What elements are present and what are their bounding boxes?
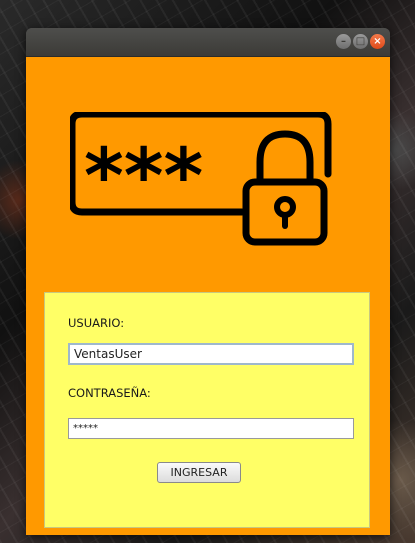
login-panel: USUARIO: CONTRASEÑA: INGRESAR	[44, 292, 370, 528]
user-label: USUARIO:	[68, 316, 125, 330]
maximize-icon[interactable]: □	[353, 34, 368, 49]
logo-stars: ***	[84, 131, 203, 220]
login-window: – □ × *** USUARIO: CONTRASEÑA: INGRESAR	[26, 28, 390, 535]
user-field[interactable]	[68, 343, 354, 365]
login-button[interactable]: INGRESAR	[157, 462, 241, 483]
password-label: CONTRASEÑA:	[68, 386, 151, 400]
close-icon[interactable]: ×	[370, 34, 385, 49]
password-field[interactable]	[68, 418, 354, 439]
password-lock-icon: ***	[70, 112, 332, 246]
window-titlebar[interactable]: – □ ×	[26, 28, 390, 57]
window-content: *** USUARIO: CONTRASEÑA: INGRESAR	[26, 57, 390, 535]
minimize-icon[interactable]: –	[336, 34, 351, 49]
